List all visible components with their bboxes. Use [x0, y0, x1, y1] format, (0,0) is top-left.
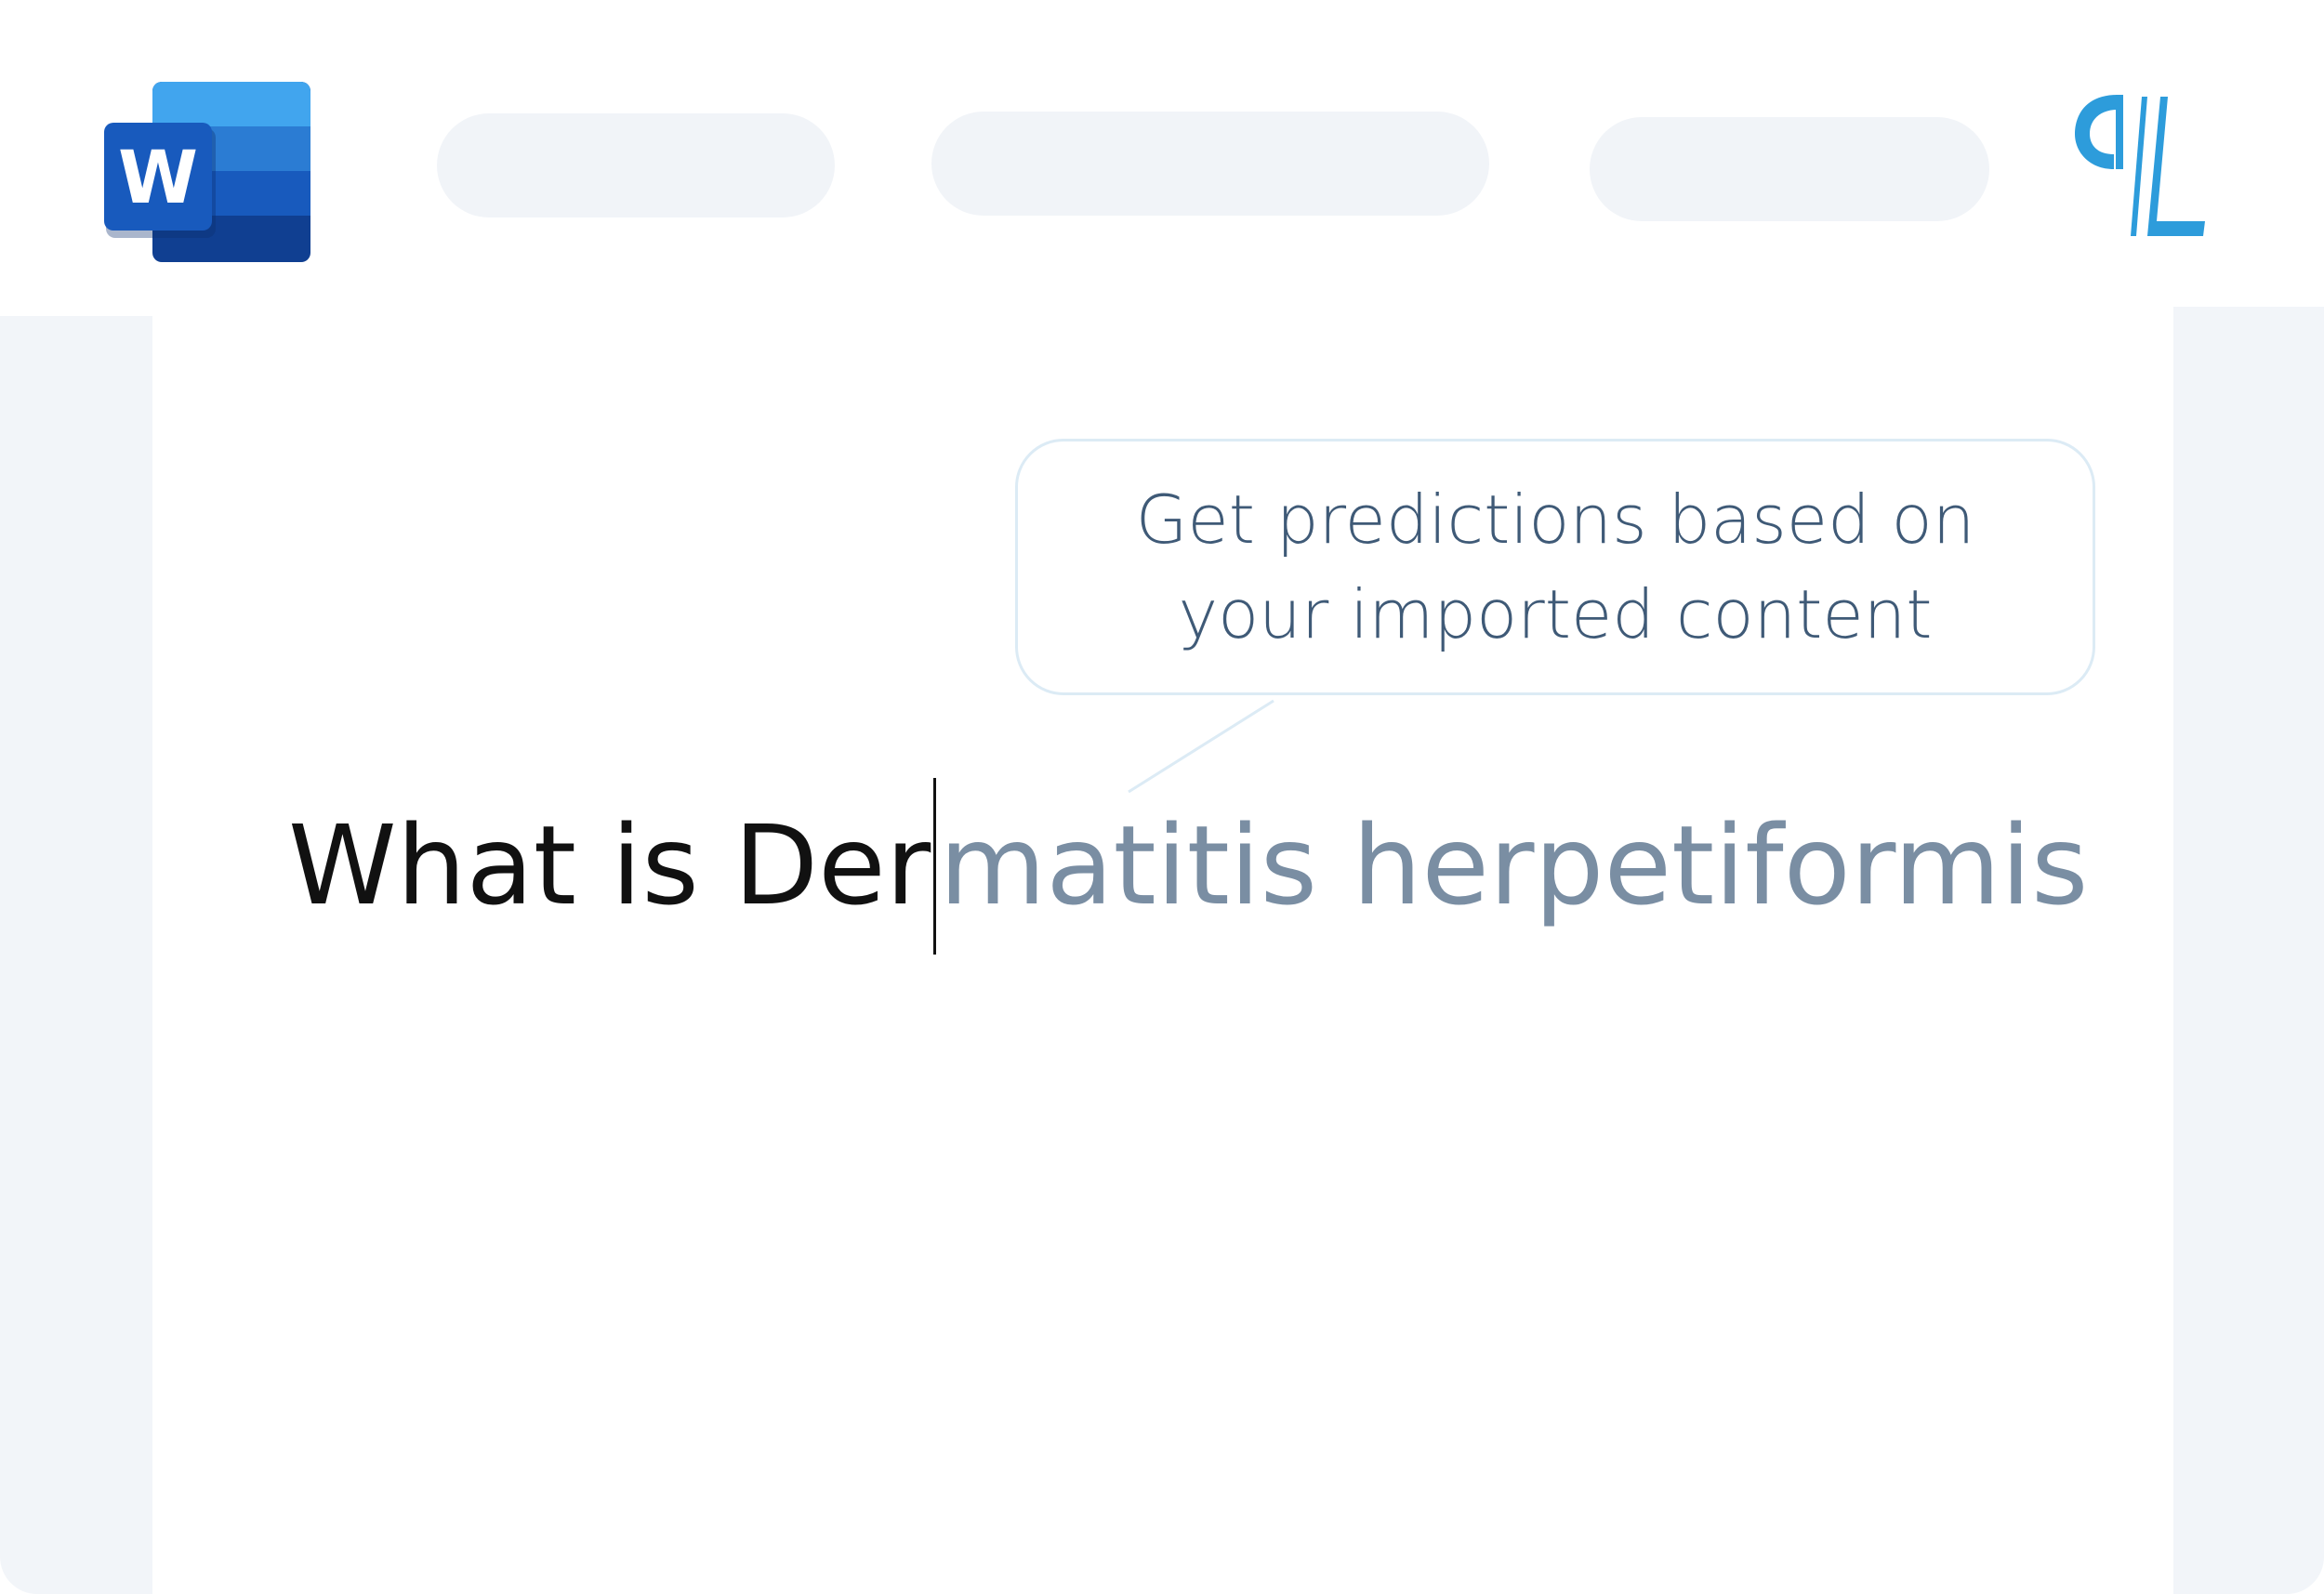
toolbar-placeholder-2 [931, 112, 1489, 216]
word-logo-letter: W [118, 137, 198, 220]
tooltip-pointer [1128, 699, 1274, 794]
tooltip-line-2: your imported content [1178, 575, 1933, 653]
word-icon: W [104, 82, 310, 262]
typed-text: What is Der [288, 801, 931, 930]
tooltip-line-1: Get predictions based on [1135, 481, 1975, 559]
toolbar-placeholder-1 [437, 113, 835, 217]
left-side-panel [0, 316, 152, 1594]
prediction-tooltip: Get predictions based on your imported c… [1015, 439, 2095, 695]
predicted-completion[interactable]: matitis herpetiformis [939, 801, 2088, 929]
editor-text-line[interactable]: What is Dermatitis herpetiformis [288, 778, 2088, 962]
text-cursor [933, 778, 937, 955]
pilcrow-l-icon [2075, 89, 2205, 242]
right-side-panel [2173, 307, 2324, 1594]
toolbar-placeholder-3 [1590, 117, 1989, 221]
